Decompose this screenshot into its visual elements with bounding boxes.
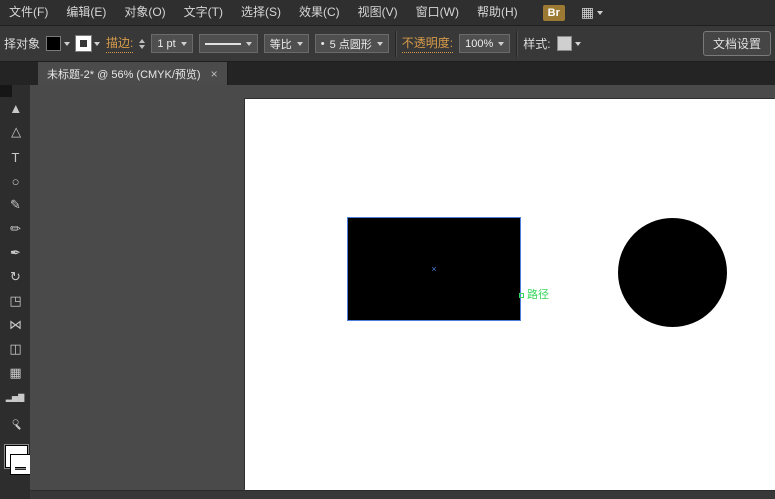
menu-item-window[interactable]: 窗口(W): [407, 0, 468, 25]
menu-item-help[interactable]: 帮助(H): [468, 0, 527, 25]
close-icon[interactable]: ×: [211, 68, 218, 80]
menu-item-type[interactable]: 文字(T): [175, 0, 232, 25]
direct-selection-arrow-icon: ▷: [7, 129, 23, 138]
workspace-grid-icon: ▦: [581, 4, 594, 21]
direct-selection-tool[interactable]: ▷: [0, 121, 30, 145]
pen-nib-icon: ✒: [10, 245, 20, 261]
fill-color-control[interactable]: [46, 36, 70, 51]
type-tool[interactable]: T: [0, 145, 30, 169]
toolbar-stroke-swatch[interactable]: [11, 455, 30, 474]
tools-panel: ► ▷ T ○ ✎ ✏ ✒ ↻ ◳ ⋈ ◫ ▦ ▂▅▇ ○: [0, 85, 30, 499]
paintbrush-icon: ✏: [10, 221, 20, 237]
separator: [516, 31, 517, 57]
chevron-down-icon: [498, 42, 504, 46]
main-area: ► ▷ T ○ ✎ ✏ ✒ ↻ ◳ ⋈ ◫ ▦ ▂▅▇ ○ ×: [0, 85, 775, 499]
stroke-color-control[interactable]: [76, 36, 100, 51]
style-label: 样式:: [523, 35, 550, 52]
chevron-down-icon: [377, 42, 383, 46]
selected-rectangle-shape[interactable]: ×: [347, 217, 521, 321]
brush-definition-value: 5 点圆形: [330, 36, 372, 52]
perspective-grid-tool[interactable]: ◫: [0, 337, 30, 361]
stroke-width-dropdown[interactable]: 1 pt: [151, 34, 192, 53]
selection-context-label: 择对象: [4, 35, 40, 52]
selection-arrow-icon: ►: [8, 103, 23, 115]
menu-item-file[interactable]: 文件(F): [0, 0, 57, 25]
stroke-width-value: 1 pt: [157, 38, 175, 50]
ellipse-tool[interactable]: ○: [0, 169, 30, 193]
stroke-color-swatch: [76, 36, 91, 51]
menu-item-object[interactable]: 对象(O): [115, 0, 174, 25]
stroke-panel-link[interactable]: 描边:: [106, 34, 133, 53]
document-setup-button[interactable]: 文档设置: [703, 31, 771, 56]
width-icon: ⋈: [9, 317, 21, 333]
menu-item-select[interactable]: 选择(S): [232, 0, 290, 25]
control-bar: 择对象 描边: 1 pt 等比 • 5 点圆形: [0, 26, 775, 62]
smart-guide-anchor: [519, 293, 524, 298]
style-dropdown[interactable]: [557, 36, 581, 51]
illustrator-window: 文件(F) 编辑(E) 对象(O) 文字(T) 选择(S) 效果(C) 视图(V…: [0, 0, 775, 499]
chevron-down-icon: [297, 42, 303, 46]
type-icon: T: [12, 150, 19, 165]
opacity-value: 100%: [465, 38, 493, 50]
ellipse-icon: ○: [12, 174, 19, 189]
document-tab-strip: 未标题-2* @ 56% (CMYK/预览) ×: [0, 62, 775, 85]
stroke-width-stepper[interactable]: [139, 39, 145, 49]
rotate-icon: ↻: [10, 269, 20, 285]
chevron-down-icon: [64, 42, 70, 46]
opacity-dropdown[interactable]: 100%: [459, 34, 510, 53]
pencil-icon: ✎: [10, 197, 20, 213]
tools-panel-grip[interactable]: [0, 85, 12, 97]
bridge-button[interactable]: Br: [543, 5, 565, 21]
fill-color-swatch: [46, 36, 61, 51]
document-tab[interactable]: 未标题-2* @ 56% (CMYK/预览) ×: [38, 62, 228, 85]
mesh-tool[interactable]: ▦: [0, 361, 30, 385]
selection-tool[interactable]: ►: [0, 97, 30, 121]
width-tool[interactable]: ⋈: [0, 313, 30, 337]
menu-item-effect[interactable]: 效果(C): [290, 0, 349, 25]
document-tab-title: 未标题-2* @ 56% (CMYK/预览): [47, 66, 201, 82]
paintbrush-tool[interactable]: ✏: [0, 217, 30, 241]
pencil-tool[interactable]: ✎: [0, 193, 30, 217]
uniform-profile-dropdown[interactable]: 等比: [264, 34, 309, 53]
chevron-down-icon: [575, 42, 581, 46]
chevron-down-icon: [181, 42, 187, 46]
zoom-tool[interactable]: ○: [0, 409, 30, 433]
chevron-down-icon: [94, 42, 100, 46]
separator: [395, 31, 396, 57]
smart-guide-label: 路径: [527, 286, 549, 302]
graph-tool[interactable]: ▂▅▇: [0, 385, 30, 409]
chevron-down-icon: [597, 11, 603, 15]
perspective-grid-icon: ◫: [9, 341, 20, 357]
bar-chart-icon: ▂▅▇: [6, 393, 24, 402]
rotate-tool[interactable]: ↻: [0, 265, 30, 289]
style-swatch: [557, 36, 572, 51]
brush-dot-icon: •: [321, 38, 325, 50]
arrow-up-icon: [139, 39, 145, 43]
mesh-icon: ▦: [9, 365, 20, 381]
scale-icon: ◳: [9, 293, 20, 309]
menu-item-edit[interactable]: 编辑(E): [57, 0, 115, 25]
scale-tool[interactable]: ◳: [0, 289, 30, 313]
uniform-profile-value: 等比: [270, 36, 292, 52]
stroke-profile-line-icon: [205, 43, 241, 45]
center-point-marker: ×: [431, 265, 436, 274]
variable-width-profile-dropdown[interactable]: [199, 34, 258, 53]
magnifier-icon: ○: [12, 414, 19, 429]
fill-stroke-indicator: [0, 443, 30, 485]
workspace-switcher[interactable]: ▦: [581, 4, 603, 21]
opacity-panel-link[interactable]: 不透明度:: [402, 34, 453, 53]
horizontal-scrollbar[interactable]: [30, 490, 775, 499]
brush-definition-dropdown[interactable]: • 5 点圆形: [315, 34, 389, 53]
chevron-down-icon: [246, 42, 252, 46]
arrow-down-icon: [139, 45, 145, 49]
canvas-area[interactable]: × 路径: [30, 85, 775, 499]
menu-item-view[interactable]: 视图(V): [349, 0, 407, 25]
circle-shape[interactable]: [618, 218, 727, 327]
pen-tool[interactable]: ✒: [0, 241, 30, 265]
menu-bar: 文件(F) 编辑(E) 对象(O) 文字(T) 选择(S) 效果(C) 视图(V…: [0, 0, 775, 26]
